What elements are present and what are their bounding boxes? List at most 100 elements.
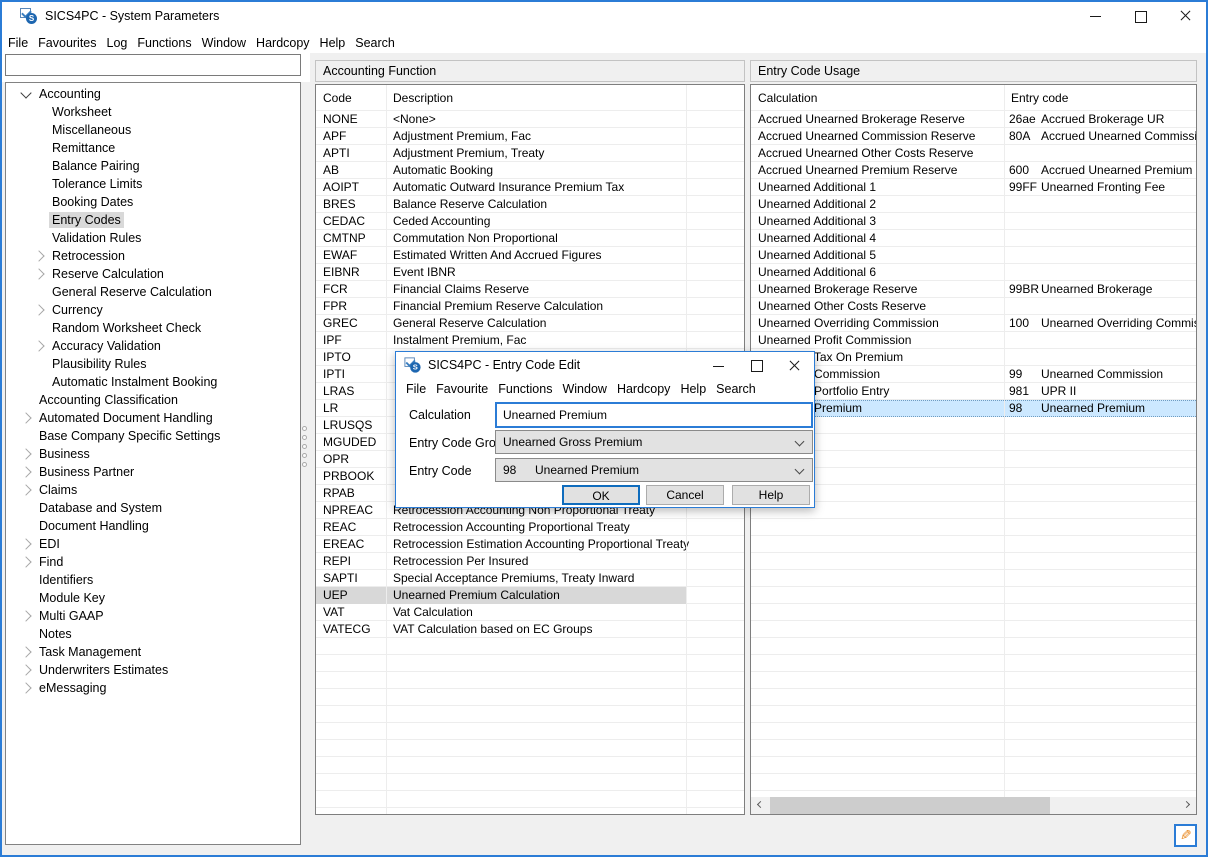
column-header-calculation[interactable]: Calculation [751, 85, 1004, 110]
table-row[interactable]: BRESBalance Reserve Calculation [316, 196, 744, 213]
menu-item-file[interactable]: File [401, 380, 431, 398]
minimize-icon[interactable] [700, 353, 738, 377]
scrollbar-thumb[interactable] [770, 797, 1050, 814]
table-row[interactable]: Accrued Unearned Commission Reserve80AAc… [751, 128, 1196, 145]
table-row[interactable]: CMTNPCommutation Non Proportional [316, 230, 744, 247]
menu-item-log[interactable]: Log [102, 34, 133, 52]
chevron-right-icon[interactable] [18, 536, 36, 552]
tree-item[interactable]: Business [6, 445, 300, 463]
table-row[interactable]: ABAutomatic Booking [316, 162, 744, 179]
table-row[interactable]: Unearned Profit Commission [751, 332, 1196, 349]
menu-item-window[interactable]: Window [557, 380, 611, 398]
minimize-icon[interactable] [1073, 0, 1118, 32]
chevron-right-icon[interactable] [18, 608, 36, 624]
chevron-right-icon[interactable] [18, 410, 36, 426]
menu-item-help[interactable]: Help [675, 380, 711, 398]
tree-item[interactable]: Currency [6, 301, 300, 319]
horizontal-scrollbar[interactable] [751, 797, 1196, 814]
table-row[interactable]: FPRFinancial Premium Reserve Calculation [316, 298, 744, 315]
table-row[interactable]: UEPUnearned Premium Calculation [316, 587, 744, 604]
menu-item-favourite[interactable]: Favourite [431, 380, 493, 398]
chevron-right-icon[interactable] [31, 266, 49, 282]
tree-item[interactable]: Validation Rules [6, 229, 300, 247]
tree-item[interactable]: Automatic Instalment Booking [6, 373, 300, 391]
table-row[interactable]: Unearned Overriding Commission100Unearne… [751, 315, 1196, 332]
tree-item[interactable]: Document Handling [6, 517, 300, 535]
tree-item[interactable]: Automated Document Handling [6, 409, 300, 427]
chevron-right-icon[interactable] [18, 644, 36, 660]
table-row[interactable]: REACRetrocession Accounting Proportional… [316, 519, 744, 536]
tree-item[interactable]: Business Partner [6, 463, 300, 481]
table-row[interactable]: Unearned Portfolio Entry981UPR II [751, 383, 1196, 400]
table-row[interactable]: Unearned Additional 2 [751, 196, 1196, 213]
table-row[interactable]: APTIAdjustment Premium, Treaty [316, 145, 744, 162]
tree-item[interactable]: Notes [6, 625, 300, 643]
menu-item-hardcopy[interactable]: Hardcopy [251, 34, 315, 52]
table-row[interactable]: VATECGVAT Calculation based on EC Groups [316, 621, 744, 638]
chevron-right-icon[interactable] [18, 446, 36, 462]
tree-item[interactable]: General Reserve Calculation [6, 283, 300, 301]
table-row[interactable]: IPFInstalment Premium, Fac [316, 332, 744, 349]
menu-item-hardcopy[interactable]: Hardcopy [612, 380, 676, 398]
table-row[interactable]: Unearned Tax On Premium [751, 349, 1196, 366]
splitter-grip[interactable] [299, 426, 309, 474]
chevron-down-icon[interactable] [18, 86, 36, 102]
menu-item-window[interactable]: Window [197, 34, 251, 52]
chevron-right-icon[interactable] [31, 338, 49, 354]
edit-note-button[interactable]: ✎ [1174, 824, 1197, 847]
tree-item[interactable]: Worksheet [6, 103, 300, 121]
tree-item[interactable]: EDI [6, 535, 300, 553]
tree-item[interactable]: Accounting Classification [6, 391, 300, 409]
table-row[interactable]: APFAdjustment Premium, Fac [316, 128, 744, 145]
tree-item[interactable]: Find [6, 553, 300, 571]
table-row[interactable]: EIBNREvent IBNR [316, 264, 744, 281]
tree-item[interactable]: Plausibility Rules [6, 355, 300, 373]
chevron-right-icon[interactable] [31, 302, 49, 318]
table-row[interactable]: NONE<None> [316, 111, 744, 128]
tree-item[interactable]: Entry Codes [6, 211, 300, 229]
table-row[interactable]: Unearned Premium98Unearned Premium [751, 400, 1196, 417]
menu-item-search[interactable]: Search [711, 380, 761, 398]
table-row[interactable]: EWAFEstimated Written And Accrued Figure… [316, 247, 744, 264]
table-row[interactable]: Unearned Additional 5 [751, 247, 1196, 264]
menu-item-help[interactable]: Help [315, 34, 351, 52]
tree-item[interactable]: Booking Dates [6, 193, 300, 211]
tree-item[interactable]: Module Key [6, 589, 300, 607]
menu-item-functions[interactable]: Functions [493, 380, 557, 398]
chevron-right-icon[interactable] [18, 662, 36, 678]
tree-item[interactable]: Base Company Specific Settings [6, 427, 300, 445]
close-icon[interactable] [1163, 0, 1208, 32]
table-row[interactable]: Unearned Additional 199FFUnearned Fronti… [751, 179, 1196, 196]
table-row[interactable]: Accrued Unearned Premium Reserve600Accru… [751, 162, 1196, 179]
tree-item[interactable]: Tolerance Limits [6, 175, 300, 193]
table-row[interactable]: Unearned Brokerage Reserve99BRUnearned B… [751, 281, 1196, 298]
tree-item[interactable]: Accuracy Validation [6, 337, 300, 355]
tree-item[interactable]: Identifiers [6, 571, 300, 589]
table-row[interactable]: SAPTISpecial Acceptance Premiums, Treaty… [316, 570, 744, 587]
tree-item[interactable]: Miscellaneous [6, 121, 300, 139]
tree-item[interactable]: Reserve Calculation [6, 265, 300, 283]
tree-item[interactable]: Claims [6, 481, 300, 499]
chevron-right-icon[interactable] [18, 464, 36, 480]
chevron-right-icon[interactable] [31, 248, 49, 264]
table-row[interactable]: Unearned Additional 3 [751, 213, 1196, 230]
tree-item[interactable]: Multi GAAP [6, 607, 300, 625]
entry-code-select[interactable]: 98Unearned Premium [495, 458, 813, 482]
chevron-right-icon[interactable] [18, 554, 36, 570]
table-row[interactable]: AOIPTAutomatic Outward Insurance Premium… [316, 179, 744, 196]
ok-button[interactable]: OK [562, 485, 640, 505]
maximize-icon[interactable] [738, 353, 776, 377]
table-row[interactable]: Unearned Additional 4 [751, 230, 1196, 247]
scroll-right-icon[interactable] [1179, 797, 1196, 814]
table-row[interactable]: Unearned Other Costs Reserve [751, 298, 1196, 315]
tree-item[interactable]: Balance Pairing [6, 157, 300, 175]
table-row[interactable]: Accrued Unearned Brokerage Reserve26aeAc… [751, 111, 1196, 128]
table-row[interactable]: FCRFinancial Claims Reserve [316, 281, 744, 298]
column-header-code[interactable]: Code [316, 85, 386, 110]
tree-item[interactable]: Random Worksheet Check [6, 319, 300, 337]
column-header-description[interactable]: Description [386, 85, 744, 110]
calculation-input[interactable] [495, 402, 813, 428]
close-icon[interactable] [776, 353, 814, 377]
chevron-right-icon[interactable] [18, 680, 36, 696]
maximize-icon[interactable] [1118, 0, 1163, 32]
